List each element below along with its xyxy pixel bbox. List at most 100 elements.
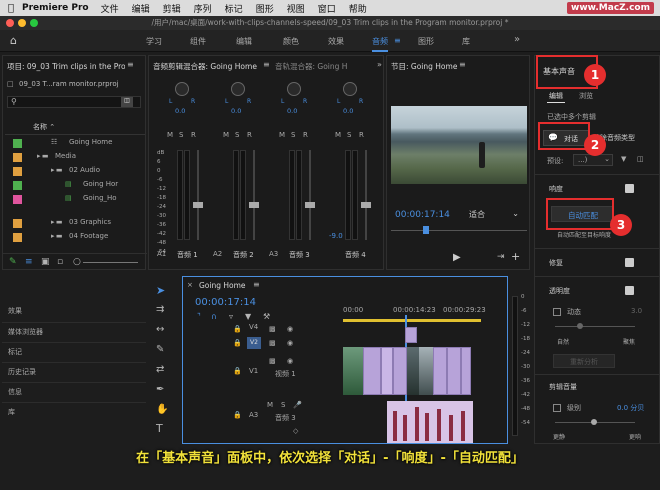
snap-icon[interactable]: ⌝ xyxy=(197,312,201,321)
audio-clip-mixer-title[interactable]: 音频剪辑混合器: Going Home xyxy=(153,61,265,72)
fit-dropdown[interactable]: 适合 ⌄ xyxy=(469,209,521,221)
fader-track[interactable] xyxy=(253,150,255,240)
bin-folder-icon[interactable]: ▸ ▬ xyxy=(37,152,49,160)
label-color-swatch[interactable] xyxy=(13,219,22,228)
effects-tab[interactable]: 效果 xyxy=(8,306,22,316)
video-clip[interactable] xyxy=(381,347,393,395)
pan-knob[interactable] xyxy=(175,82,189,96)
track-select-tool-icon[interactable]: ⇉ xyxy=(156,304,164,315)
sequence-tab[interactable]: Going Home xyxy=(199,281,246,290)
type-tool-icon[interactable]: T xyxy=(156,422,163,435)
project-item[interactable]: ☷ Going Home xyxy=(5,138,145,150)
record-button[interactable]: R xyxy=(191,131,196,139)
history-tab[interactable]: 历史记录 xyxy=(8,367,36,377)
menu-edit[interactable]: 编辑 xyxy=(132,2,150,15)
solo-button[interactable]: S xyxy=(179,131,183,139)
clarity-checkbox[interactable] xyxy=(625,286,634,295)
program-timecode[interactable]: 00:00:17:14 xyxy=(395,210,450,220)
program-video-frame[interactable] xyxy=(391,106,527,184)
workspace-color[interactable]: 颜色 xyxy=(283,36,299,47)
eye-icon[interactable]: ◉ xyxy=(287,325,293,333)
linked-selection-icon[interactable]: ∩ xyxy=(211,312,217,321)
delete-preset-icon[interactable]: ◫ xyxy=(637,155,644,163)
project-item[interactable]: ▸ ▬ Media xyxy=(5,152,145,164)
new-bin-icon[interactable]: ◫ xyxy=(121,97,133,107)
sync-lock-icon[interactable]: ▩ xyxy=(269,325,276,333)
dynamics-checkbox[interactable] xyxy=(553,308,561,316)
repair-checkbox[interactable] xyxy=(625,258,634,267)
mute-button[interactable]: M xyxy=(223,131,229,139)
panel-menu-icon[interactable]: ≡ xyxy=(127,60,134,69)
add-marker-icon[interactable]: ▿ xyxy=(229,312,233,321)
audio-file-icon[interactable]: ▤ xyxy=(65,194,72,202)
selection-tool-icon[interactable]: ➤ xyxy=(156,284,165,297)
microphone-icon[interactable]: 🎤 xyxy=(293,401,302,409)
sequence-icon[interactable]: ☷ xyxy=(51,138,57,146)
video-clip-thumb[interactable] xyxy=(343,347,363,395)
fader-handle[interactable] xyxy=(305,202,315,208)
loudness-section[interactable]: 响度 xyxy=(549,184,563,194)
label-color-swatch[interactable] xyxy=(13,233,22,242)
video-clip[interactable] xyxy=(393,347,407,395)
bin-folder-icon[interactable]: ▸ ▬ xyxy=(51,232,63,240)
work-area-bar[interactable] xyxy=(343,319,481,322)
audio-track-mixer-tab[interactable]: 音轨混合器: Going H xyxy=(275,61,355,72)
menu-window[interactable]: 窗口 xyxy=(318,2,336,15)
label-color-swatch[interactable] xyxy=(13,139,22,148)
keyframe-icon[interactable]: ◇ xyxy=(293,427,298,435)
record-button[interactable]: R xyxy=(359,131,364,139)
app-name[interactable]: Premiere Pro xyxy=(22,3,89,13)
solo-button[interactable]: S xyxy=(291,131,295,139)
video-clip-thumb[interactable] xyxy=(407,347,419,395)
close-window-button[interactable] xyxy=(6,19,14,27)
repair-section[interactable]: 修复 xyxy=(549,258,563,268)
audio-clips-a3[interactable] xyxy=(387,401,473,443)
level-checkbox[interactable] xyxy=(553,404,561,412)
workspace-menu-icon[interactable]: ≡ xyxy=(394,36,401,45)
label-color-swatch[interactable] xyxy=(13,181,22,190)
mute-button[interactable]: M xyxy=(167,131,173,139)
hand-tool-icon[interactable]: ✋ xyxy=(156,404,168,415)
pan-knob[interactable] xyxy=(343,82,357,96)
fader-track[interactable] xyxy=(309,150,311,240)
lock-icon[interactable]: 🔒 xyxy=(233,339,242,347)
project-item[interactable]: ▸ ▬ 03 Graphics xyxy=(5,218,145,230)
panel-overflow-icon[interactable]: » xyxy=(377,60,382,69)
export-frame-icon[interactable]: ⇥ xyxy=(497,252,505,262)
menu-file[interactable]: 文件 xyxy=(101,2,119,15)
workspace-graphics[interactable]: 图形 xyxy=(418,36,434,47)
pencil-icon[interactable]: ✎ xyxy=(9,257,17,267)
tab-edit[interactable]: 编辑 xyxy=(549,91,563,101)
project-item[interactable]: ▸ ▬ 02 Audio xyxy=(5,166,145,178)
lock-icon[interactable]: 🔒 xyxy=(233,367,242,375)
apple-icon[interactable]:  xyxy=(0,3,22,14)
panel-menu-icon[interactable]: ≡ xyxy=(459,60,466,69)
slip-tool-icon[interactable]: ⇄ xyxy=(156,364,164,375)
mute-button[interactable]: M xyxy=(267,401,273,409)
project-item[interactable]: ▤ Going Hor xyxy=(5,180,145,192)
record-button[interactable]: R xyxy=(247,131,252,139)
workspace-overflow-icon[interactable]: » xyxy=(514,34,520,45)
solo-button[interactable]: S xyxy=(235,131,239,139)
pen-tool-icon[interactable]: ✒ xyxy=(156,384,164,395)
solo-button[interactable]: S xyxy=(281,401,285,409)
menu-markers[interactable]: 标记 xyxy=(225,2,243,15)
workspace-libraries[interactable]: 库 xyxy=(462,36,470,47)
add-button-icon[interactable]: + xyxy=(511,250,520,263)
project-panel-title[interactable]: 项目: 09_03 Trim clips in the Proj xyxy=(7,61,125,72)
level-slider-handle[interactable] xyxy=(591,419,597,425)
clip-volume-section[interactable]: 剪辑音量 xyxy=(549,382,577,392)
mute-button[interactable]: M xyxy=(279,131,285,139)
audio-file-icon[interactable]: ▤ xyxy=(65,180,72,188)
lock-icon[interactable]: 🔒 xyxy=(233,325,242,333)
program-monitor-title[interactable]: 节目: Going Home xyxy=(391,61,457,72)
home-icon[interactable]: ⌂ xyxy=(10,34,17,47)
label-color-swatch[interactable] xyxy=(13,153,22,162)
project-item[interactable]: ▤ Going_Ho xyxy=(5,194,145,206)
video-clip-v2[interactable] xyxy=(405,327,417,343)
workspace-effects[interactable]: 效果 xyxy=(328,36,344,47)
sync-lock-icon[interactable]: ▩ xyxy=(269,357,276,365)
workspace-assembly[interactable]: 组件 xyxy=(190,36,206,47)
project-item[interactable]: ▸ ▬ 04 Footage xyxy=(5,232,145,244)
video-clip[interactable] xyxy=(447,347,461,395)
